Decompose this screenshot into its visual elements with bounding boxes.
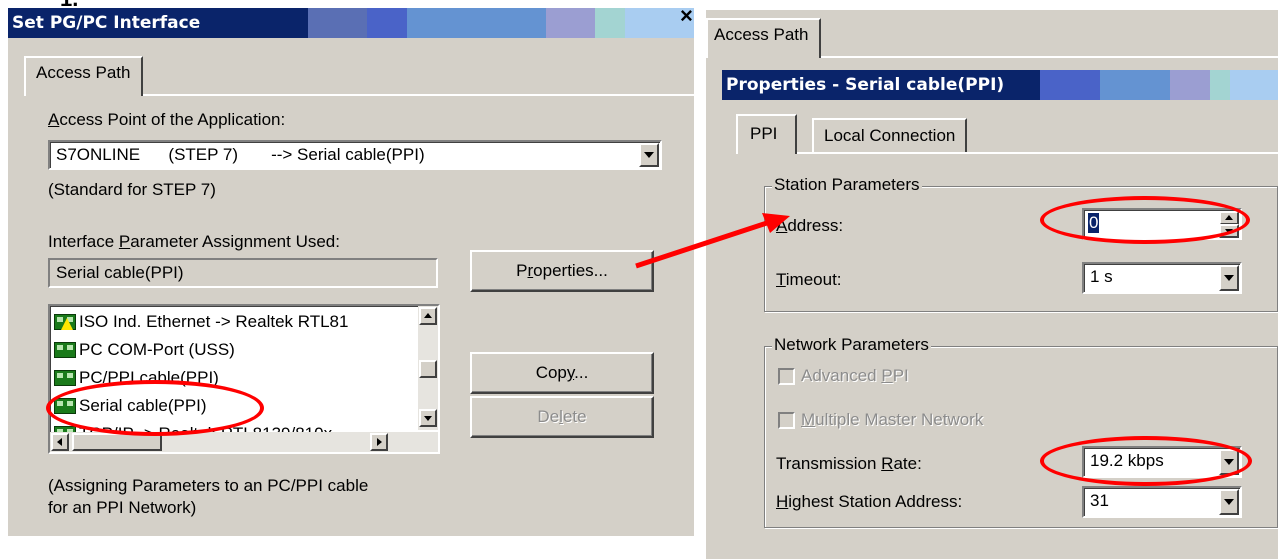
- scroll-left-icon[interactable]: [51, 433, 69, 451]
- tab-local-connection[interactable]: Local Connection: [812, 118, 968, 152]
- vertical-scrollbar[interactable]: [418, 306, 438, 430]
- left-dialog-title: Set PG/PC Interface: [12, 13, 201, 33]
- right-dialog-title-bar[interactable]: Properties - Serial cable(PPI): [722, 70, 1278, 100]
- highest-address-value: 31: [1090, 491, 1109, 510]
- chevron-down-icon[interactable]: [1219, 489, 1239, 515]
- delete-button[interactable]: Delete: [470, 396, 654, 438]
- cropped-heading-fragment: 1.: [60, 0, 78, 10]
- annotation-circle-serial-cable: [46, 380, 264, 436]
- horizontal-scrollbar[interactable]: [50, 432, 438, 452]
- scroll-up-icon[interactable]: [419, 307, 437, 325]
- transmission-rate-label: Transmission Rate:: [776, 454, 922, 473]
- tab-access-path-back-label: Access Path: [714, 25, 809, 44]
- delete-button-label: Delete: [537, 407, 587, 426]
- access-point-dropdown[interactable]: S7ONLINE (STEP 7) --> Serial cable(PPI): [48, 140, 662, 170]
- tab-access-path-back[interactable]: Access Path: [706, 18, 821, 58]
- close-icon[interactable]: ×: [680, 5, 693, 27]
- address-label: Address:: [776, 216, 844, 235]
- tab-access-path[interactable]: Access Path: [24, 56, 143, 96]
- footnote-line-1: (Assigning Parameters to an PC/PPI cable: [48, 476, 369, 495]
- tab-ppi-label: PPI: [750, 124, 778, 143]
- assignment-value: Serial cable(PPI): [56, 263, 184, 282]
- right-inner-tab-line: [736, 152, 1278, 154]
- advanced-ppi-label: Advanced PPI: [801, 366, 909, 385]
- scroll-down-icon[interactable]: [419, 409, 437, 427]
- standard-note: (Standard for STEP 7): [48, 180, 216, 199]
- tab-access-path-label: Access Path: [36, 63, 131, 82]
- tab-ppi[interactable]: PPI: [736, 114, 798, 154]
- checkbox-icon[interactable]: [778, 367, 795, 385]
- access-point-label: Access Point of the Application:: [48, 110, 286, 129]
- network-card-icon: [54, 342, 76, 358]
- title-bar-gradient: [1040, 70, 1278, 100]
- scroll-thumb[interactable]: [419, 360, 437, 378]
- timeout-value: 1 s: [1090, 267, 1113, 286]
- scroll-right-icon[interactable]: [370, 433, 388, 451]
- copy-button[interactable]: Copy...: [470, 352, 654, 394]
- chevron-down-icon[interactable]: [1219, 265, 1239, 291]
- properties-button[interactable]: Properties...: [470, 250, 654, 292]
- highest-address-label: Highest Station Address:: [776, 492, 963, 511]
- checkbox-icon[interactable]: [778, 411, 795, 429]
- access-point-value: S7ONLINE (STEP 7) --> Serial cable(PPI): [56, 145, 425, 164]
- left-dialog-title-bar[interactable]: Set PG/PC Interface: [8, 8, 694, 38]
- chevron-down-icon[interactable]: [639, 143, 659, 167]
- multiple-master-label: Multiple Master Network: [801, 410, 984, 429]
- network-card-icon: [54, 370, 76, 386]
- list-item[interactable]: ISO Ind. Ethernet -> Realtek RTL81: [54, 310, 348, 334]
- copy-button-label: Copy...: [535, 363, 589, 382]
- properties-button-label: Properties...: [516, 261, 608, 280]
- highest-address-dropdown[interactable]: 31: [1082, 486, 1242, 518]
- list-item[interactable]: PC COM-Port (USS): [54, 338, 235, 362]
- annotation-circle-transmission-rate: [1040, 436, 1252, 486]
- timeout-dropdown[interactable]: 1 s: [1082, 262, 1242, 294]
- footnote-line-2: for an PPI Network): [48, 498, 197, 517]
- tab-local-connection-label: Local Connection: [824, 126, 956, 145]
- assignment-label: Interface Parameter Assignment Used:: [48, 232, 340, 251]
- warning-icon: [61, 318, 73, 330]
- network-card-icon: [54, 314, 76, 330]
- list-item-label: PC COM-Port (USS): [79, 340, 235, 359]
- timeout-label: Timeout:: [776, 270, 842, 289]
- right-dialog-title: Properties - Serial cable(PPI): [726, 75, 1005, 95]
- multiple-master-checkbox[interactable]: Multiple Master Network: [778, 410, 983, 430]
- title-bar-gradient: [308, 8, 694, 38]
- annotation-circle-address: [1040, 196, 1250, 244]
- network-parameters-title: Network Parameters: [772, 335, 931, 355]
- station-parameters-title: Station Parameters: [772, 175, 922, 195]
- list-item-label: ISO Ind. Ethernet -> Realtek RTL81: [79, 312, 349, 331]
- advanced-ppi-checkbox[interactable]: Advanced PPI: [778, 366, 909, 386]
- assignment-field: Serial cable(PPI): [48, 258, 438, 288]
